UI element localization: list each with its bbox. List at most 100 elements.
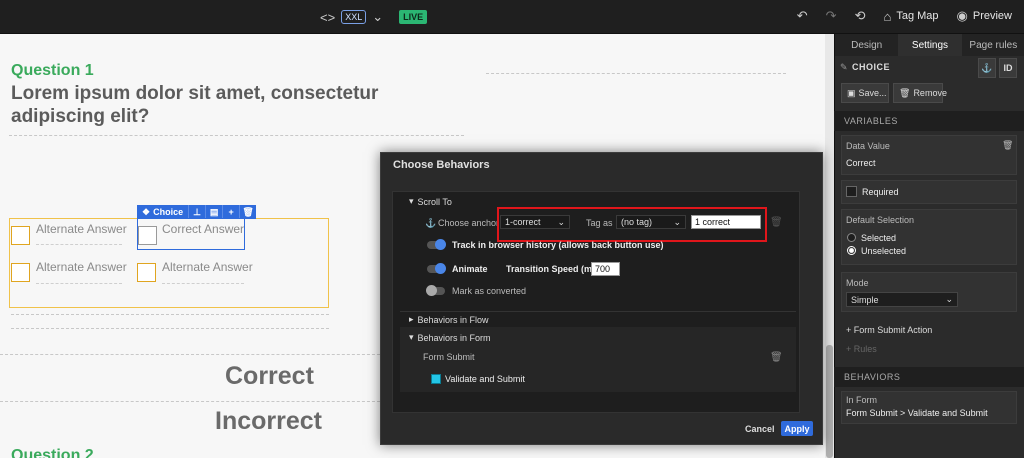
pencil-icon: ✎ [840,62,848,72]
caret-down-icon: ▾ [409,196,414,206]
chevron-down-icon[interactable]: ⌄ [372,9,383,25]
mode-label: Mode [846,278,869,288]
question-text[interactable]: Lorem ipsum dolor sit amet, consectetur … [11,82,471,128]
tag-map-label: Tag Map [896,10,939,22]
cube-icon: ❖ [142,206,151,217]
unselected-radio[interactable] [847,246,856,255]
placeholder-divider [162,283,244,284]
anchor-icon: ⚓ [425,218,437,228]
placeholder-divider [9,135,464,136]
chevron-down-icon: ⌄ [945,294,953,304]
caret-down-icon: ▾ [409,332,414,342]
breakpoint-badge[interactable]: XXL [341,10,367,24]
choose-anchor-label: Choose anchor [438,218,500,228]
anchor-button[interactable]: ⚓ [978,58,996,78]
cancel-button[interactable]: Cancel [745,424,775,434]
add-icon[interactable]: + [222,205,239,219]
apply-button[interactable]: Apply [781,421,813,436]
question-label[interactable]: Question 2 [11,447,94,458]
behaviors-in-flow-header[interactable]: ▸ Behaviors in Flow [409,314,489,325]
remove-button[interactable]: 🗑 Remove [893,83,947,103]
mark-converted-label: Mark as converted [452,286,527,296]
choice-tag[interactable]: ❖ Choice [137,205,188,219]
tag-map-button[interactable]: ⌂ Tag Map [883,9,938,24]
unselected-radio-label: Unselected [861,246,907,256]
choice-checkbox[interactable] [11,226,30,245]
save-icon: ▣ [847,87,856,98]
pin-icon[interactable]: ⊥ [188,205,205,219]
highlight-annotation [497,207,767,242]
undo-icon[interactable]: ↶ [797,8,808,24]
id-button[interactable]: ID [999,58,1017,78]
answer-text[interactable]: Alternate Answer [36,260,127,274]
anchor-icon: ⚓ [981,62,993,73]
in-form-label: In Form [846,395,878,405]
behaviors-in-form-header[interactable]: ▾ Behaviors in Form [409,332,491,343]
validate-submit-checkbox[interactable] [431,374,441,384]
track-history-label: Track in browser history (allows back bu… [452,240,664,250]
question-label[interactable]: Question 1 [11,62,94,80]
form-submit-action-link[interactable]: + Form Submit Action [846,325,932,335]
transition-speed-input[interactable]: 700 [591,262,620,276]
validate-submit-label: Validate and Submit [445,374,525,384]
behaviors-header: BEHAVIORS [834,367,1024,387]
choice-checkbox[interactable] [11,263,30,282]
default-selection-label: Default Selection [846,215,915,225]
form-submit-label: Form Submit [423,352,475,362]
animate-toggle[interactable] [427,263,446,274]
placeholder-divider [36,244,122,245]
selected-radio[interactable] [847,233,856,242]
modal-title: Choose Behaviors [393,159,490,171]
code-icon[interactable]: <> [320,10,335,25]
animate-label: Animate [452,264,488,274]
scroll-to-section-header[interactable]: ▾ Scroll To [409,196,452,207]
scrollbar-thumb[interactable] [826,345,833,458]
preview-label: Preview [972,10,1012,22]
eye-icon: ◉ [956,8,968,23]
data-value-label: Data Value [846,141,890,151]
mode-select[interactable]: Simple ⌄ [846,292,958,307]
placeholder-divider [486,73,786,74]
placeholder-divider [11,314,329,315]
top-toolbar: <> XXL ⌄ LIVE ↶ ↷ ⟲ ⌂ Tag Map ◉ Preview [0,0,1024,34]
tag-icon: ⌂ [883,8,892,24]
choice-element-toolbar[interactable]: ❖ Choice ⊥ ▤ + 🗑 [137,205,257,219]
caret-right-icon: ▸ [409,314,414,324]
required-checkbox[interactable] [846,186,857,197]
section-divider [400,311,796,312]
correct-heading[interactable]: Correct [225,362,314,391]
incorrect-heading[interactable]: Incorrect [215,407,322,436]
answer-text[interactable]: Alternate Answer [162,260,253,274]
variables-header: VARIABLES [834,111,1024,131]
tab-design[interactable]: Design [835,34,898,56]
transition-speed-label: Transition Speed (ms) [506,264,601,274]
trash-icon[interactable]: 🗑 [239,205,256,219]
track-history-toggle[interactable] [427,239,446,250]
element-name: CHOICE [852,62,891,72]
trash-icon[interactable]: 🗑 [770,352,783,363]
placeholder-divider [36,283,122,284]
trash-icon[interactable]: 🗑 [1002,140,1013,151]
layout-icon[interactable]: ▤ [205,205,222,219]
choice-checkbox[interactable] [138,226,157,245]
panel-tabs: Design Settings Page rules [835,34,1024,56]
answer-text[interactable]: Alternate Answer [36,222,127,236]
placeholder-divider [0,354,380,355]
trash-icon: 🗑 [899,87,911,98]
redo-icon[interactable]: ↷ [826,8,837,24]
preview-button[interactable]: ◉ Preview [957,8,1012,24]
tab-settings[interactable]: Settings [898,34,962,56]
placeholder-divider [11,328,329,329]
selected-radio-label: Selected [861,233,897,243]
mark-converted-toggle[interactable] [426,285,445,296]
answer-text[interactable]: Correct Answer [162,222,244,236]
rules-link[interactable]: + Rules [846,344,877,354]
breakpoint-switcher[interactable]: <> XXL ⌄ LIVE [320,9,428,25]
required-label: Required [862,187,899,197]
history-icon[interactable]: ⟲ [855,8,866,24]
trash-icon[interactable]: 🗑 [770,217,783,228]
data-value[interactable]: Correct [846,158,876,168]
save-button[interactable]: ▣ Save... [841,83,889,103]
tab-page-rules[interactable]: Page rules [962,34,1024,56]
choice-checkbox[interactable] [137,263,156,282]
